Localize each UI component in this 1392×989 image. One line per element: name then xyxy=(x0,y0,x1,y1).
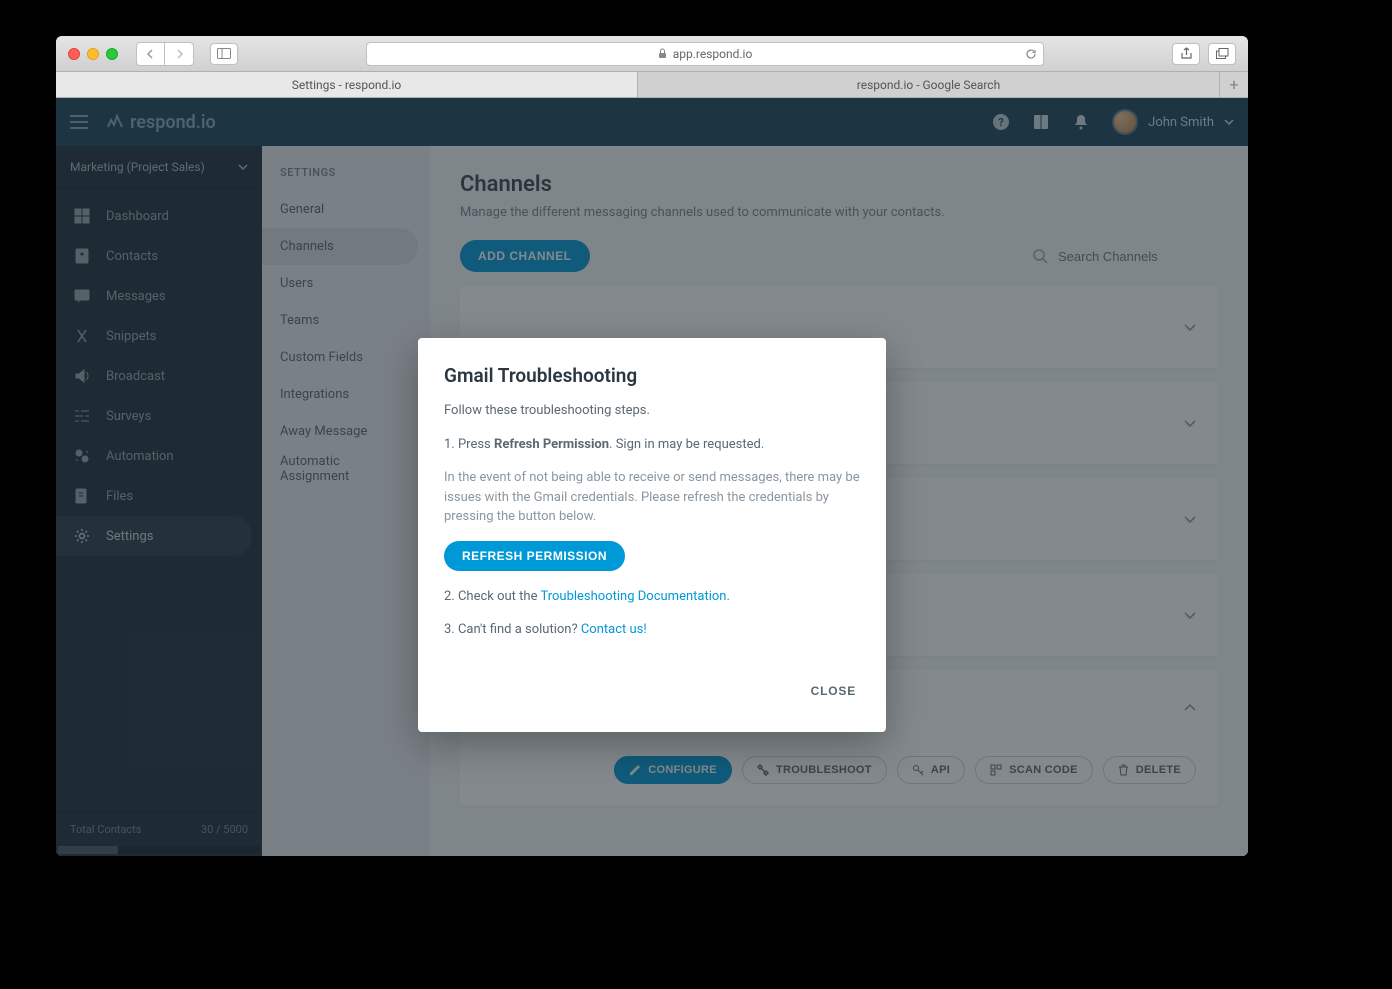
close-window[interactable] xyxy=(68,48,80,60)
new-tab-button[interactable]: + xyxy=(1220,72,1248,97)
lock-icon xyxy=(658,48,667,59)
forward-button[interactable] xyxy=(165,43,193,65)
maximize-window[interactable] xyxy=(106,48,118,60)
window-controls xyxy=(68,48,118,60)
contact-us-link[interactable]: Contact us! xyxy=(581,622,647,637)
modal-explanation: In the event of not being able to receiv… xyxy=(444,468,860,527)
close-button[interactable]: CLOSE xyxy=(807,676,860,706)
url-text: app.respond.io xyxy=(673,47,753,61)
modal-step1: 1. Press Refresh Permission. Sign in may… xyxy=(444,435,860,455)
modal-step3: 3. Can't find a solution? Contact us! xyxy=(444,620,860,640)
troubleshoot-modal: Gmail Troubleshooting Follow these troub… xyxy=(418,338,886,732)
modal-title: Gmail Troubleshooting xyxy=(444,364,860,387)
tab-google-search[interactable]: respond.io - Google Search xyxy=(638,72,1220,97)
minimize-window[interactable] xyxy=(87,48,99,60)
modal-step2: 2. Check out the Troubleshooting Documen… xyxy=(444,587,860,607)
titlebar: app.respond.io xyxy=(56,36,1248,72)
browser-window: app.respond.io Settings - respond.io res… xyxy=(56,36,1248,856)
url-bar[interactable]: app.respond.io xyxy=(366,42,1044,66)
modal-overlay[interactable]: Gmail Troubleshooting Follow these troub… xyxy=(56,98,1248,856)
troubleshoot-docs-link[interactable]: Troubleshooting Documentation xyxy=(540,589,726,604)
share-button[interactable] xyxy=(1172,43,1200,65)
tab-settings-respond[interactable]: Settings - respond.io xyxy=(56,72,638,97)
sidebar-toggle-icon[interactable] xyxy=(210,43,238,65)
reload-icon[interactable] xyxy=(1025,48,1037,60)
modal-intro: Follow these troubleshooting steps. xyxy=(444,401,860,421)
tabbar: Settings - respond.io respond.io - Googl… xyxy=(56,72,1248,98)
nav-arrows xyxy=(136,42,194,66)
back-button[interactable] xyxy=(137,43,165,65)
refresh-permission-button[interactable]: REFRESH PERMISSION xyxy=(444,541,625,571)
tabs-button[interactable] xyxy=(1208,43,1236,65)
app: respond.io ? John Smith xyxy=(56,98,1248,856)
